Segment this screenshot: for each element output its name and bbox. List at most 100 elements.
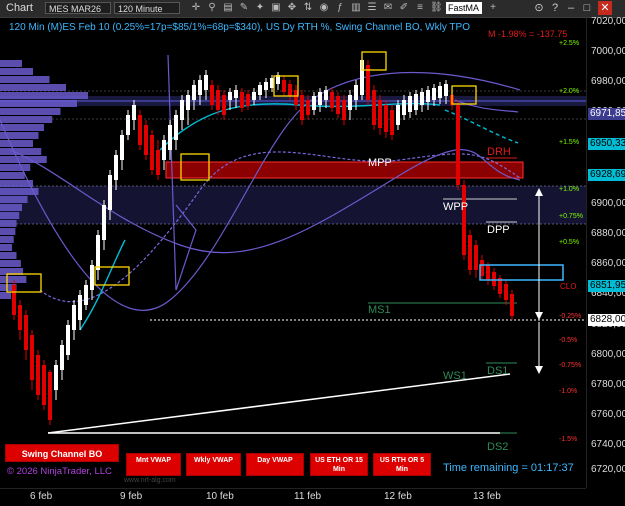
candle-body — [12, 285, 16, 315]
day-vwap-button[interactable]: Day VWAP — [246, 453, 304, 476]
candle-body — [402, 100, 406, 115]
instrument-value: MES MAR26 — [49, 4, 102, 14]
profile-bar — [0, 156, 47, 163]
pin-icon[interactable]: ⊙ — [532, 1, 546, 15]
help-icon[interactable]: ? — [548, 1, 562, 15]
candle-body — [432, 88, 436, 100]
chart-trader-icon[interactable]: ⇅ — [302, 2, 314, 14]
time-label: 12 feb — [384, 491, 412, 502]
candle-body — [192, 85, 196, 100]
chart-panel[interactable]: 120 Min (M)ES Feb 10 (0.25%=17p=$85/1%=6… — [0, 18, 586, 488]
close-icon[interactable]: ✕ — [598, 1, 612, 15]
time-label: 11 feb — [294, 491, 322, 502]
candle-body — [84, 285, 88, 305]
price-tag: 6971,85 — [588, 108, 625, 120]
candle-body — [162, 140, 166, 160]
candle-body — [210, 85, 214, 105]
ds2-label: DS2 — [487, 441, 509, 453]
time-label: 13 feb — [473, 491, 501, 502]
indicator-search-input[interactable]: FastMA — [446, 2, 482, 14]
instrument-selector[interactable]: MES MAR26 — [45, 2, 111, 14]
percent-mark: -0.75% — [559, 362, 582, 369]
candle-body — [156, 150, 160, 175]
profile-bar — [0, 108, 61, 115]
candle-body — [312, 96, 316, 110]
bar-type-icon[interactable]: ▥ — [350, 2, 362, 14]
price-tag: 6851,95 — [588, 280, 625, 292]
mnt-vwap-button[interactable]: Mnt VWAP — [126, 453, 181, 476]
price-label: 6880,00 — [591, 228, 625, 239]
data-box-icon[interactable]: ▣ — [270, 2, 282, 14]
candle-body — [174, 115, 178, 140]
candle-body — [372, 90, 376, 125]
profile-bar — [0, 236, 14, 243]
candle-body — [90, 265, 94, 290]
snapshot-icon[interactable]: ◉ — [318, 2, 330, 14]
candle-body — [18, 305, 22, 330]
price-axis[interactable]: 7020,007000,006980,006960,006940,006920,… — [586, 16, 625, 488]
link-icon[interactable]: ⛓ — [430, 2, 443, 14]
price-label: 7020,00 — [591, 16, 625, 27]
candle-body — [30, 335, 34, 380]
candle-body — [246, 94, 250, 106]
edit-icon[interactable]: ✐ — [398, 2, 410, 14]
candle-body — [474, 245, 478, 270]
swing-channel-button[interactable]: Swing Channel BO — [5, 444, 119, 462]
candle-body — [300, 95, 304, 120]
pan-icon[interactable]: ✥ — [286, 2, 298, 14]
candle-body — [72, 305, 76, 330]
profile-bar — [0, 292, 11, 299]
time-axis[interactable]: 6 feb 9 feb 10 feb 11 feb 12 feb 13 feb — [0, 488, 586, 506]
list-icon[interactable]: ≡ — [414, 2, 426, 14]
interval-value: 120 Minute — [118, 4, 163, 14]
profile-bar — [0, 244, 13, 251]
candle-body — [420, 92, 424, 105]
profile-bar — [0, 100, 77, 107]
candle-body — [342, 100, 346, 120]
profile-bar — [0, 84, 66, 91]
percent-mark: +2.5% — [559, 40, 580, 47]
maximize-icon[interactable]: □ — [580, 1, 594, 15]
price-tag: 6928,69 — [588, 169, 625, 181]
candle-body — [504, 284, 508, 300]
candle-body — [384, 105, 388, 132]
profile-bar — [0, 140, 33, 147]
drawing-tool-icon[interactable]: ✎ — [238, 2, 250, 14]
indicator-icon[interactable]: ƒ — [334, 2, 346, 14]
price-chart[interactable] — [0, 18, 586, 488]
price-label: 6780,00 — [591, 379, 625, 390]
add-icon[interactable]: + — [487, 2, 499, 14]
zoom-icon[interactable]: ⚲ — [206, 2, 218, 14]
candle-body — [66, 325, 70, 355]
candle-body — [354, 85, 358, 100]
percent-mark: +0.5% — [559, 239, 580, 246]
ms1-label: MS1 — [368, 304, 391, 316]
wkly-vwap-button[interactable]: Wkly VWAP — [186, 453, 241, 476]
us-rth-button[interactable]: US RTH OR 5 Min — [373, 453, 431, 476]
interval-selector[interactable]: 120 Minute — [114, 2, 180, 14]
candle-body — [186, 95, 190, 110]
properties-icon[interactable]: ▤ — [222, 2, 234, 14]
time-label: 6 feb — [30, 491, 53, 502]
candle-body — [282, 80, 286, 92]
chart-description: 120 Min (M)ES Feb 10 (0.25%=17p=$85/1%=6… — [9, 22, 470, 33]
alert-icon[interactable]: ✉ — [382, 2, 394, 14]
candle-body — [306, 100, 310, 115]
template-icon[interactable]: ☰ — [366, 2, 378, 14]
strategy-icon[interactable]: ✦ — [254, 2, 266, 14]
us-eth-button[interactable]: US ETH OR 15 Min — [310, 453, 368, 476]
profile-bar — [0, 252, 17, 259]
candle-body — [138, 115, 142, 145]
candle-body — [426, 90, 430, 102]
percent-mark: -1.5% — [559, 436, 578, 443]
candle-body — [486, 265, 490, 280]
profile-bar — [0, 76, 50, 83]
price-label: 6980,00 — [591, 76, 625, 87]
dpp-label: DPP — [487, 224, 510, 236]
crosshair-icon[interactable]: ✛ — [190, 2, 202, 14]
minimize-icon[interactable]: – — [564, 1, 578, 15]
watermark: www.nrt-alg.com — [124, 477, 176, 484]
candle-body — [36, 355, 40, 395]
candle-body — [144, 125, 148, 155]
candle-body — [114, 155, 118, 180]
